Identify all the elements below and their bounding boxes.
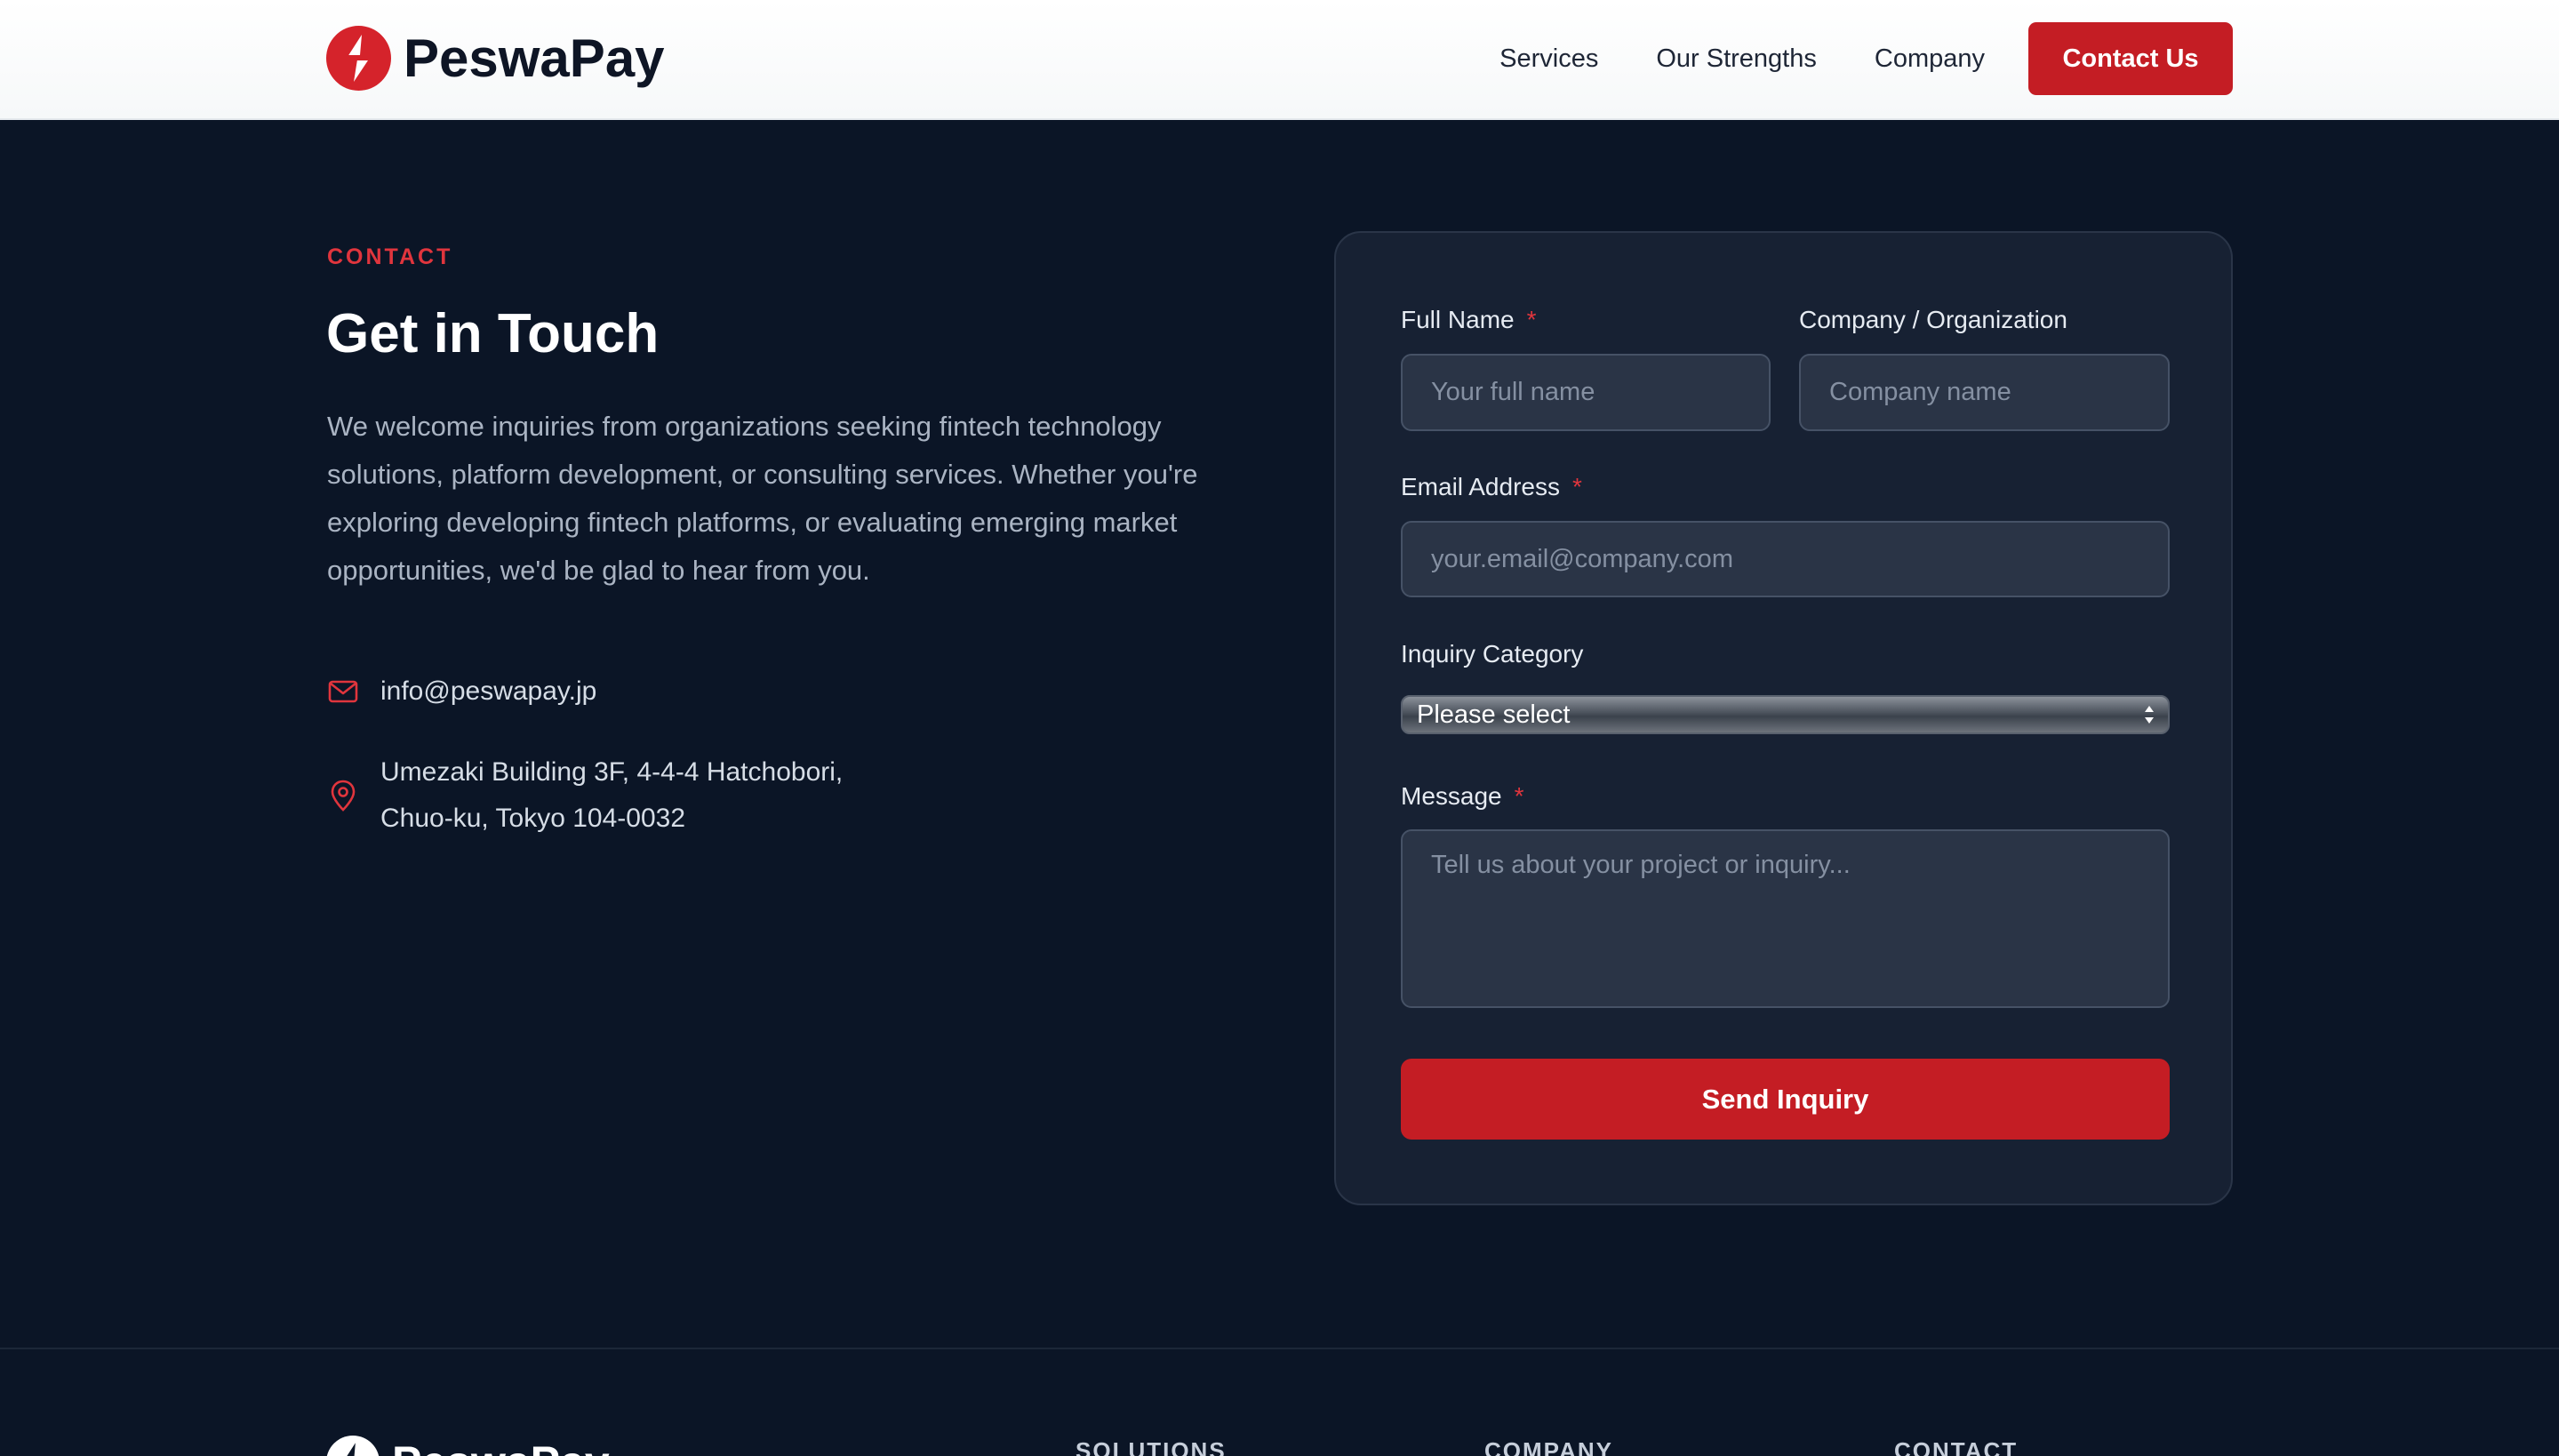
nav-link-services[interactable]: Services [1499,44,1598,74]
required-marker: * [1571,473,1582,500]
contact-email-row: info@peswapay.jp [327,668,596,715]
category-selected-value: Please select [1417,700,1571,729]
contact-address: Umezaki Building 3F, 4-4-4 Hatchobori, C… [380,749,843,842]
map-pin-icon [327,779,359,812]
address-line-1: Umezaki Building 3F, 4-4-4 Hatchobori, [380,757,844,787]
site-header: PeswaPay Services Our Strengths Company … [0,0,2559,120]
contact-us-button[interactable]: Contact Us [2028,22,2233,95]
footer-heading-solutions: SOLUTIONS [1076,1437,1227,1456]
full-name-label: Full Name * [1401,306,1537,334]
message-label-text: Message [1401,782,1502,810]
brand-logo[interactable]: PeswaPay [326,26,665,91]
site-footer: PeswaPay SOLUTIONS COMPANY CONTACT [0,1348,2559,1456]
company-input[interactable] [1799,354,2170,431]
contact-address-row: Umezaki Building 3F, 4-4-4 Hatchobori, C… [327,749,843,842]
required-marker: * [1514,782,1524,810]
email-label: Email Address * [1401,473,1582,501]
category-label: Inquiry Category [1401,640,1584,668]
footer-heading-contact: CONTACT [1894,1437,2019,1456]
section-eyebrow: CONTACT [327,244,453,269]
category-select[interactable]: Please select [1401,695,2170,734]
page-title: Get in Touch [326,303,660,364]
main-nav: Services Our Strengths Company Contact U… [1499,22,2233,95]
message-label: Message * [1401,782,1524,811]
intro-text: We welcome inquiries from organizations … [327,411,1198,586]
send-inquiry-button[interactable]: Send Inquiry [1401,1059,2170,1140]
nav-link-company[interactable]: Company [1875,44,1985,74]
contact-email-link[interactable]: info@peswapay.jp [380,668,596,715]
address-line-2: Chuo-ku, Tokyo 104-0032 [380,804,686,833]
required-marker: * [1526,306,1537,333]
footer-brand-logo[interactable]: PeswaPay [326,1436,610,1456]
lightning-icon [326,1436,380,1456]
message-textarea[interactable] [1401,829,2170,1008]
lightning-icon [326,26,391,91]
select-arrows-icon [2143,704,2155,725]
email-input[interactable] [1401,521,2170,597]
footer-heading-company: COMPANY [1484,1437,1613,1456]
inquiry-form: Full Name * Company / Organization Email … [1334,231,2233,1205]
brand-name: PeswaPay [404,28,665,88]
email-label-text: Email Address [1401,473,1560,500]
full-name-label-text: Full Name [1401,306,1515,333]
full-name-input[interactable] [1401,354,1771,431]
mail-icon [327,679,359,704]
company-label: Company / Organization [1799,306,2067,333]
footer-brand-name: PeswaPay [392,1436,610,1456]
nav-link-our-strengths[interactable]: Our Strengths [1656,44,1817,74]
